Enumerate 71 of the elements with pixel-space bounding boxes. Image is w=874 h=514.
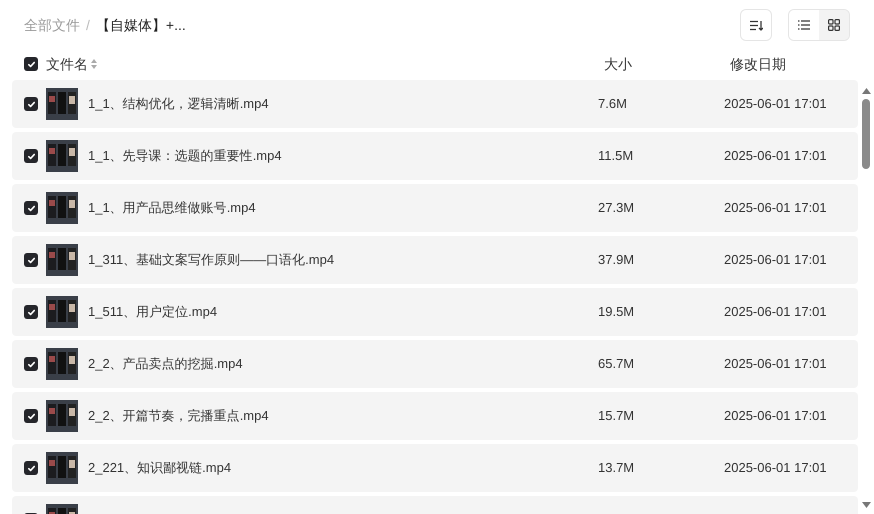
modified-date: 2025-06-01 17:01 xyxy=(724,303,827,322)
video-thumbnail xyxy=(46,192,78,224)
video-thumbnail xyxy=(46,140,78,172)
modified-date: 2025-06-01 17:01 xyxy=(724,147,827,166)
file-size: 7.6M xyxy=(598,95,628,114)
checkmark-icon xyxy=(26,412,36,420)
grid-icon xyxy=(828,19,840,31)
checkbox[interactable] xyxy=(24,149,38,163)
file-size: 15.7M xyxy=(598,407,636,426)
file-size: 13.7M xyxy=(598,459,636,478)
checkmark-icon xyxy=(26,256,36,264)
file-row[interactable]: 1_311、基础文案写作原则——口语化.mp4 37.9M 2025-06-01 17:01 xyxy=(12,236,858,284)
file-row[interactable]: 1_1、用产品思维做账号.mp4 27.3M 2025-06-01 17:01 xyxy=(12,184,858,232)
video-thumbnail xyxy=(46,296,78,328)
checkbox[interactable] xyxy=(24,409,38,423)
file-size: 11.5M xyxy=(598,147,634,166)
checkbox[interactable] xyxy=(24,97,38,111)
list-view-button[interactable] xyxy=(789,10,819,40)
video-thumbnail xyxy=(46,348,78,380)
sort-button[interactable] xyxy=(740,9,772,41)
file-name: 1_1、结构优化，逻辑清晰.mp4 xyxy=(88,95,270,114)
file-row[interactable]: 1_1、先导课：选题的重要性.mp4 11.5M 2025-06-01 17:01 xyxy=(12,132,858,180)
checkmark-icon xyxy=(26,360,36,368)
file-row[interactable]: 2_2、开篇节奏，完播重点.mp4 15.7M 2025-06-01 17:01 xyxy=(12,392,858,440)
checkbox[interactable] xyxy=(24,57,38,71)
video-thumbnail xyxy=(46,244,78,276)
file-size: 19.5M xyxy=(598,303,636,322)
breadcrumb-separator: / xyxy=(86,16,90,34)
modified-date: 2025-06-01 17:01 xyxy=(724,95,827,114)
video-thumbnail xyxy=(46,452,78,484)
file-name: 1_311、基础文案写作原则——口语化.mp4 xyxy=(88,251,336,270)
file-size: 65.7M xyxy=(598,355,636,374)
file-row[interactable]: 1_511、用户定位.mp4 19.5M 2025-06-01 17:01 xyxy=(12,288,858,336)
checkbox[interactable] xyxy=(24,253,38,267)
file-size: 37.9M xyxy=(598,251,636,270)
checkbox[interactable] xyxy=(24,305,38,319)
column-header[interactable]: 修改日期 xyxy=(730,54,786,74)
checkmark-icon xyxy=(26,308,36,316)
modified-date: 2025-06-01 17:01 xyxy=(724,251,827,270)
checkbox[interactable] xyxy=(24,357,38,371)
checkmark-icon xyxy=(26,100,36,108)
modified-date: 2025-06-01 17:01 xyxy=(724,199,827,218)
scroll-down-icon[interactable] xyxy=(862,502,870,508)
modified-date: 2025-06-01 17:01 xyxy=(724,407,827,426)
file-name: 1_511、用户定位.mp4 xyxy=(88,303,218,322)
file-row[interactable]: 1_1、结构优化，逻辑清晰.mp4 7.6M 2025-06-01 17:01 xyxy=(12,80,858,128)
file-name: 2_221、知识鄙视链.mp4 xyxy=(88,459,232,478)
scrollbar-thumb[interactable] xyxy=(862,99,870,169)
column-header[interactable]: 大小 xyxy=(604,54,644,74)
file-row[interactable]: 2_2、产品卖点的挖掘.mp4 65.7M 2025-06-01 17:01 xyxy=(12,340,858,388)
checkmark-icon xyxy=(26,204,36,212)
modified-date: 2025-06-01 17:01 xyxy=(724,355,827,374)
sort-icon xyxy=(750,20,762,30)
checkmark-icon xyxy=(26,464,36,472)
column-header[interactable]: 文件名 xyxy=(46,54,88,74)
file-name: 2_2、产品卖点的挖掘.mp4 xyxy=(88,355,244,374)
list-icon xyxy=(798,20,810,30)
file-size: 27.3M xyxy=(598,199,636,218)
file-name: 2_2、开篇节奏，完播重点.mp4 xyxy=(88,407,270,426)
breadcrumb-item[interactable]: 【自媒体】+... xyxy=(96,14,186,36)
scroll-up-icon[interactable] xyxy=(862,88,870,94)
checkmark-icon xyxy=(26,60,36,68)
modified-date: 2025-06-01 17:01 xyxy=(724,459,827,478)
checkbox[interactable] xyxy=(24,201,38,215)
video-thumbnail xyxy=(46,88,78,120)
checkbox[interactable] xyxy=(24,461,38,475)
video-thumbnail xyxy=(46,400,78,432)
file-name: 1_1、用产品思维做账号.mp4 xyxy=(88,199,257,218)
checkmark-icon xyxy=(26,152,36,160)
file-name: 1_1、先导课：选题的重要性.mp4 xyxy=(88,147,283,166)
file-row[interactable]: 2_221、知识鄙视链.mp4 13.7M 2025-06-01 17:01 xyxy=(12,444,858,492)
